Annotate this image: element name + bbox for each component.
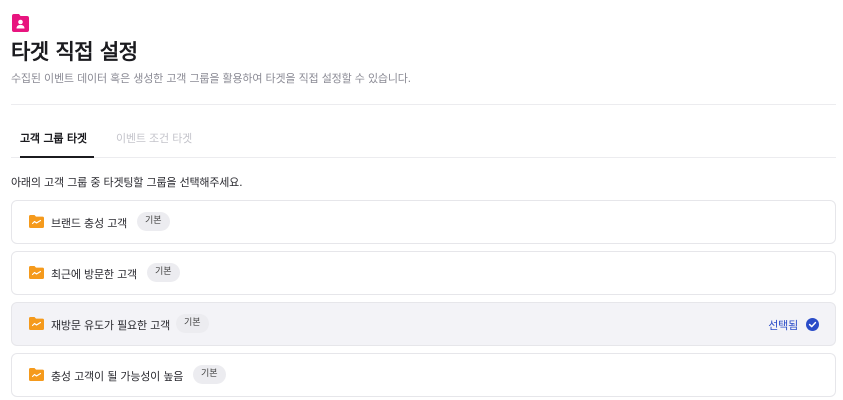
group-label: 충성 고객이 될 가능성이 높음: [51, 370, 184, 383]
group-option-likely-loyal[interactable]: 충성 고객이 될 가능성이 높음 기본: [11, 353, 836, 397]
folder-icon: [29, 266, 44, 279]
default-badge: 기본: [193, 365, 226, 384]
folder-icon: [29, 215, 44, 228]
default-badge: 기본: [176, 314, 209, 333]
tab-customer-group[interactable]: 고객 그룹 타겟: [20, 130, 87, 146]
selected-indicator-text: 선택됨: [768, 319, 798, 332]
group-label: 브랜드 충성 고객: [51, 217, 128, 230]
check-circle-icon: [806, 318, 819, 331]
tab-event-condition[interactable]: 이벤트 조건 타겟: [116, 130, 192, 146]
page-title: 타겟 직접 설정: [11, 40, 138, 64]
folder-icon: [29, 317, 44, 330]
active-tab-indicator: [20, 156, 94, 158]
group-option-brand-loyal[interactable]: 브랜드 충성 고객 기본: [11, 200, 836, 244]
group-label: 재방문 유도가 필요한 고객: [51, 319, 171, 332]
header-divider: [11, 104, 836, 105]
default-badge: 기본: [137, 212, 170, 231]
tab-bar: 고객 그룹 타겟 이벤트 조건 타겟: [11, 119, 836, 158]
page-subtitle: 수집된 이벤트 데이터 혹은 생성한 고객 그룹을 활용하여 타겟을 직접 설정…: [11, 72, 411, 85]
default-badge: 기본: [147, 263, 180, 282]
user-folder-icon: [12, 14, 29, 32]
folder-icon: [29, 368, 44, 381]
group-option-revisit-needed[interactable]: 재방문 유도가 필요한 고객 기본 선택됨: [11, 302, 836, 346]
instruction-text: 아래의 고객 그룹 중 타겟팅할 그룹을 선택해주세요.: [11, 176, 243, 189]
group-option-recent-visitor[interactable]: 최근에 방문한 고객 기본: [11, 251, 836, 295]
group-label: 최근에 방문한 고객: [51, 268, 137, 281]
